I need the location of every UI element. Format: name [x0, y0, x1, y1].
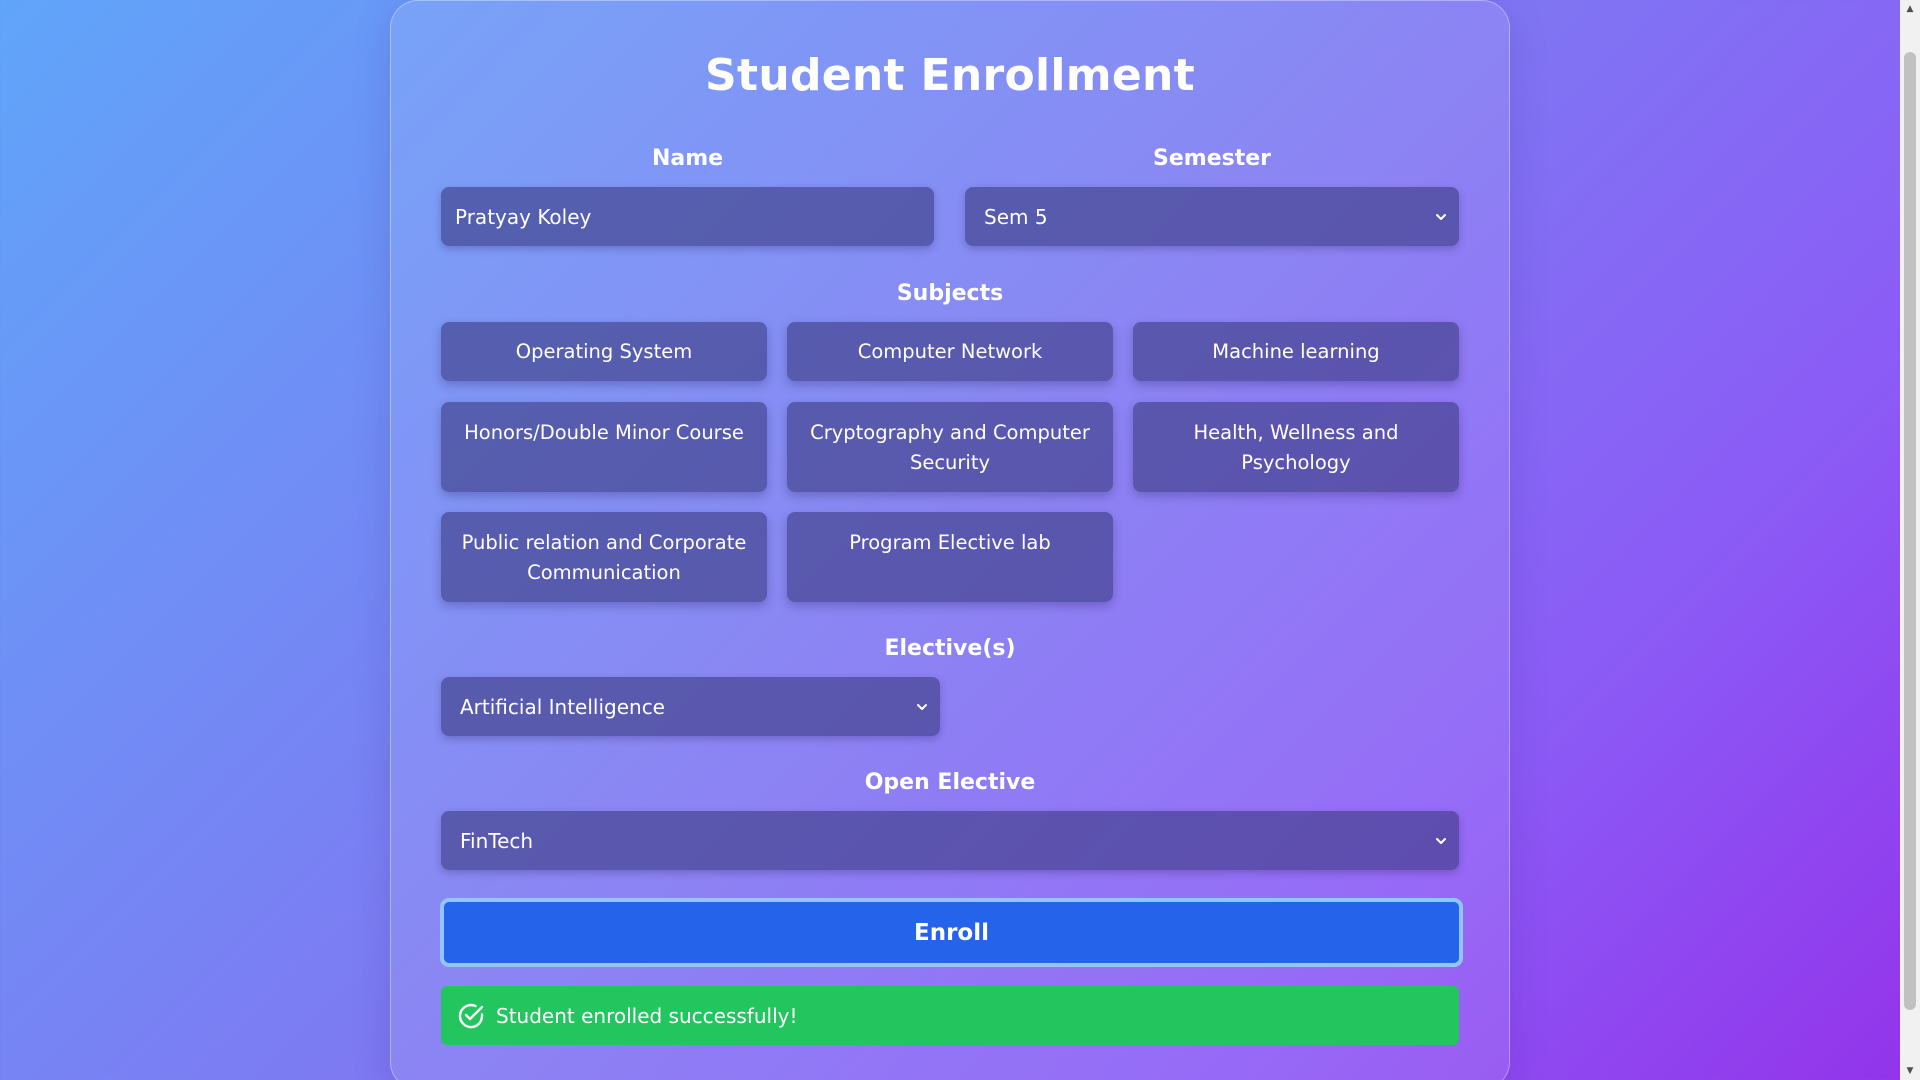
enroll-button-label: Enroll	[914, 919, 989, 946]
scrollbar-thumb[interactable]	[1904, 52, 1916, 1010]
subject-card-honors-double-minor[interactable]: Honors/Double Minor Course	[441, 402, 767, 492]
open-elective-select-value: FinTech	[460, 828, 534, 853]
name-input-value: Pratyay Koley	[455, 204, 592, 229]
page-title: Student Enrollment	[705, 50, 1195, 101]
subject-card-machine-learning[interactable]: Machine learning	[1133, 322, 1459, 381]
arrow-down-icon[interactable]: ▼	[1900, 1062, 1920, 1080]
open-elective-select[interactable]: FinTech	[441, 811, 1459, 870]
subject-card-health-wellness[interactable]: Health, Wellness and Psychology	[1133, 402, 1459, 492]
elective-select[interactable]: Artificial Intelligence	[441, 677, 940, 736]
subject-label: Health, Wellness and Psychology	[1193, 421, 1399, 474]
enroll-button[interactable]: Enroll	[440, 898, 1463, 967]
arrow-up-icon[interactable]: ▲	[1900, 0, 1920, 18]
chevron-down-icon	[1436, 213, 1446, 220]
chevron-down-icon	[1436, 837, 1446, 844]
electives-label: Elective(s)	[884, 636, 1016, 661]
subject-label: Operating System	[515, 339, 693, 363]
subject-label: Cryptography and Computer Security	[810, 421, 1090, 474]
subject-label: Computer Network	[857, 339, 1043, 363]
subject-card-cryptography[interactable]: Cryptography and Computer Security	[787, 402, 1113, 492]
chevron-down-icon	[917, 703, 927, 710]
check-circle-icon	[458, 1003, 484, 1028]
subject-label: Honors/Double Minor Course	[464, 421, 744, 444]
vertical-scrollbar[interactable]: ▲ ▼	[1900, 0, 1920, 1080]
semester-select[interactable]: Sem 5	[965, 187, 1459, 246]
semester-select-value: Sem 5	[984, 204, 1048, 229]
open-elective-label: Open Elective	[864, 770, 1036, 795]
subject-label: Program Elective lab	[849, 531, 1051, 554]
subject-card-program-elective-lab[interactable]: Program Elective lab	[787, 512, 1113, 602]
subject-card-computer-network[interactable]: Computer Network	[787, 322, 1113, 381]
name-label: Name	[651, 146, 724, 171]
subject-label: Machine learning	[1212, 339, 1380, 363]
elective-select-value: Artificial Intelligence	[460, 694, 665, 719]
semester-label: Semester	[1153, 146, 1271, 171]
success-message: Student enrolled successfully!	[496, 1003, 798, 1028]
subject-label: Public relation and Corporate Communicat…	[461, 531, 747, 584]
name-input[interactable]: Pratyay Koley	[441, 187, 934, 246]
subject-card-public-relation[interactable]: Public relation and Corporate Communicat…	[441, 512, 767, 602]
subject-card-operating-system[interactable]: Operating System	[441, 322, 767, 381]
subjects-label: Subjects	[896, 281, 1004, 306]
success-alert: Student enrolled successfully!	[441, 986, 1459, 1045]
